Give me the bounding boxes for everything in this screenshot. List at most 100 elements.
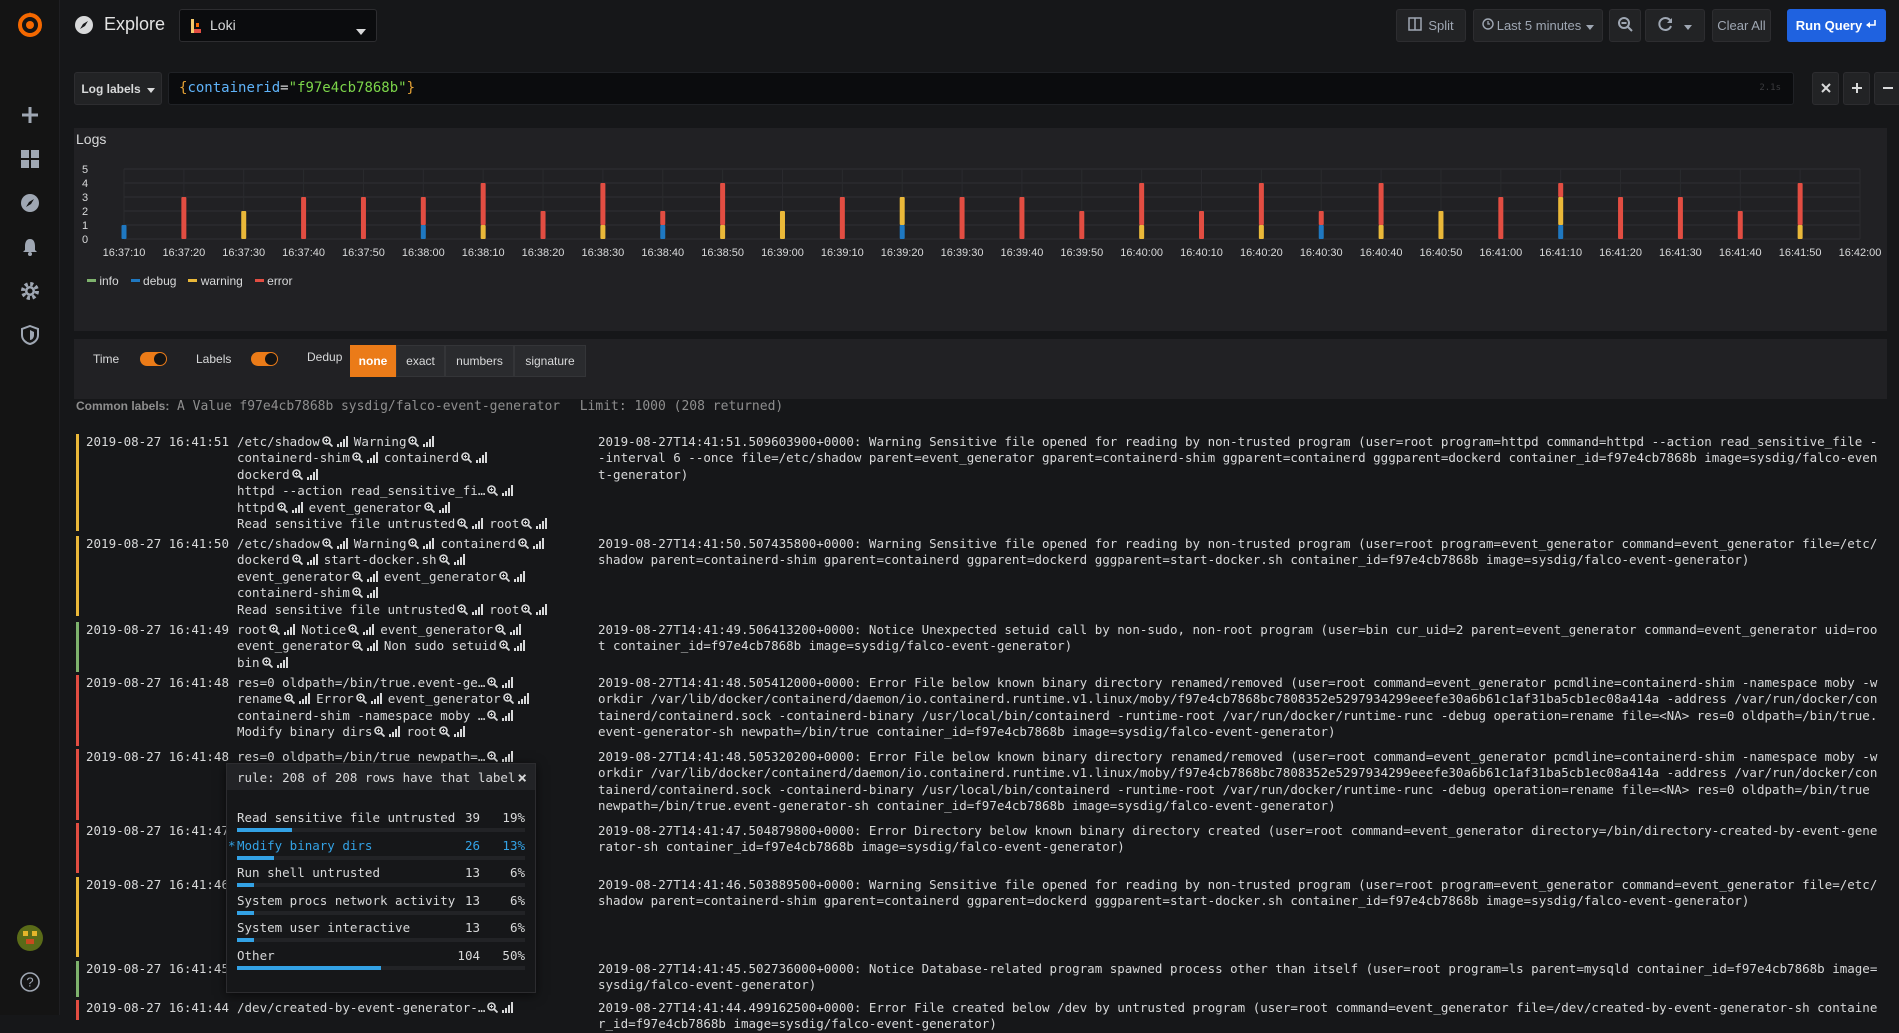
datasource-picker[interactable]: Loki <box>179 9 377 42</box>
log-label-value[interactable]: root <box>237 622 267 637</box>
log-label-value[interactable]: res=0 oldpath=/bin/true newpath=… <box>237 749 485 764</box>
log-label-value[interactable]: Non sudo setuid <box>384 638 497 653</box>
log-label-value[interactable]: bin <box>237 655 260 670</box>
labels-toggle-switch[interactable] <box>251 352 278 366</box>
filter-label-icon[interactable] <box>498 639 510 652</box>
filter-label-icon[interactable] <box>487 676 499 689</box>
log-label-value[interactable]: containerd-shim <box>237 450 350 465</box>
plus-icon[interactable] <box>14 99 46 131</box>
log-label-value[interactable]: event_generator <box>388 691 501 706</box>
log-label-value[interactable]: root <box>489 602 519 617</box>
filter-label-icon[interactable] <box>498 570 510 582</box>
filter-label-icon[interactable] <box>457 517 469 530</box>
filter-label-icon[interactable] <box>291 553 303 566</box>
filter-label-icon[interactable] <box>321 537 333 550</box>
log-label-value[interactable]: httpd <box>237 500 275 515</box>
label-stats-icon[interactable] <box>513 570 525 582</box>
filter-label-icon[interactable] <box>408 435 420 448</box>
label-stats-icon[interactable] <box>513 639 525 652</box>
filter-label-icon[interactable] <box>487 1001 499 1014</box>
log-row[interactable]: 2019-08-27 16:41:49 root Notice event_gener… <box>76 622 1887 672</box>
log-label-value[interactable]: httpd --action read_sensitive_fi… <box>237 483 485 498</box>
filter-label-icon[interactable] <box>352 570 364 582</box>
filter-label-icon[interactable] <box>502 692 514 705</box>
time-picker-button[interactable]: Last 5 minutes <box>1473 9 1603 42</box>
label-stats-icon[interactable] <box>366 639 378 652</box>
log-label-value[interactable]: /etc/shadow <box>237 536 320 551</box>
filter-label-icon[interactable] <box>374 725 386 738</box>
label-stats-icon[interactable] <box>472 517 484 530</box>
label-stats-icon[interactable] <box>366 451 378 464</box>
filter-label-icon[interactable] <box>423 501 435 513</box>
label-stats-icon[interactable] <box>510 623 522 635</box>
label-stats-icon[interactable] <box>284 623 296 635</box>
filter-label-icon[interactable] <box>438 553 450 566</box>
filter-label-icon[interactable] <box>291 468 303 480</box>
log-row[interactable]: 2019-08-27 16:41:48 res=0 oldpath=/bin/tr… <box>76 675 1887 746</box>
filter-label-icon[interactable] <box>321 435 333 448</box>
log-label-value[interactable]: containerd-shim <box>237 585 350 600</box>
label-stats-icon[interactable] <box>366 586 378 599</box>
filter-label-icon[interactable] <box>276 501 288 513</box>
filter-label-icon[interactable] <box>461 451 473 464</box>
explore-compass-icon[interactable] <box>14 187 46 219</box>
log-label-value[interactable]: event_generator <box>237 638 350 653</box>
label-stats-icon[interactable] <box>276 656 288 668</box>
alerting-bell-icon[interactable] <box>14 231 46 263</box>
label-stats-icon[interactable] <box>536 517 548 530</box>
dedup-none-button[interactable]: none <box>350 345 396 377</box>
label-stats-icon[interactable] <box>502 709 514 721</box>
log-row[interactable]: 2019-08-27 16:41:50/etc/shadow Warning con… <box>76 536 1887 617</box>
log-label-value[interactable]: Notice <box>301 622 346 637</box>
label-stats-icon[interactable] <box>453 553 465 566</box>
filter-label-icon[interactable] <box>284 692 296 705</box>
filter-label-icon[interactable] <box>348 623 360 636</box>
label-stats-icon[interactable] <box>536 603 548 615</box>
label-stats-icon[interactable] <box>366 570 378 582</box>
label-stats-icon[interactable] <box>389 725 401 738</box>
log-label-value[interactable]: event_generator <box>384 569 497 584</box>
label-stats-icon[interactable] <box>453 725 465 738</box>
log-label-value[interactable]: dockerd <box>237 552 290 567</box>
log-label-value[interactable]: containerd <box>384 450 459 465</box>
gear-icon[interactable] <box>14 275 46 307</box>
grafana-logo-icon[interactable] <box>14 9 46 41</box>
dedup-signature-button[interactable]: signature <box>514 345 586 377</box>
refresh-button[interactable] <box>1645 9 1705 42</box>
dedup-numbers-button[interactable]: numbers <box>445 345 514 377</box>
time-toggle-switch[interactable] <box>140 352 167 366</box>
label-stats-icon[interactable] <box>291 501 303 513</box>
dedup-exact-button[interactable]: exact <box>396 345 445 377</box>
log-label-value[interactable]: Warning <box>354 434 407 449</box>
log-label-value[interactable]: root <box>489 516 519 531</box>
label-stats-icon[interactable] <box>423 435 435 447</box>
filter-label-icon[interactable] <box>355 692 367 705</box>
legend-item[interactable]: error <box>254 274 292 288</box>
log-labels-button[interactable]: Log labels <box>74 72 162 105</box>
log-label-value[interactable]: containerd <box>440 536 515 551</box>
label-stats-icon[interactable] <box>532 537 544 549</box>
log-label-value[interactable]: event_generator <box>380 622 493 637</box>
log-label-value[interactable]: Modify binary dirs <box>237 724 372 739</box>
log-label-value[interactable]: start-docker.sh <box>324 552 437 567</box>
log-row[interactable]: 2019-08-27 16:41:44/dev/created-by-event… <box>76 1000 1887 1031</box>
filter-label-icon[interactable] <box>517 537 529 550</box>
filter-label-icon[interactable] <box>487 750 499 763</box>
legend-item[interactable]: warning <box>188 274 243 288</box>
query-field[interactable]: {containerid="f97e4cb7868b"} 2.1s <box>168 72 1794 105</box>
label-stats-icon[interactable] <box>336 435 348 447</box>
label-stats-icon[interactable] <box>502 484 514 497</box>
add-query-button[interactable] <box>1843 72 1870 105</box>
label-stats-icon[interactable] <box>438 501 450 513</box>
filter-label-icon[interactable] <box>521 517 533 530</box>
label-stats-icon[interactable] <box>502 1001 514 1013</box>
label-stats-icon[interactable] <box>363 623 375 635</box>
label-stats-icon[interactable] <box>306 553 318 566</box>
filter-label-icon[interactable] <box>457 603 469 615</box>
filter-label-icon[interactable] <box>487 709 499 721</box>
label-stats-icon[interactable] <box>476 451 488 464</box>
log-label-value[interactable]: root <box>406 724 436 739</box>
log-label-value[interactable]: res=0 oldpath=/bin/true.event-ge… <box>237 675 485 690</box>
help-icon[interactable]: ? <box>14 966 46 998</box>
label-stats-icon[interactable] <box>423 537 435 549</box>
